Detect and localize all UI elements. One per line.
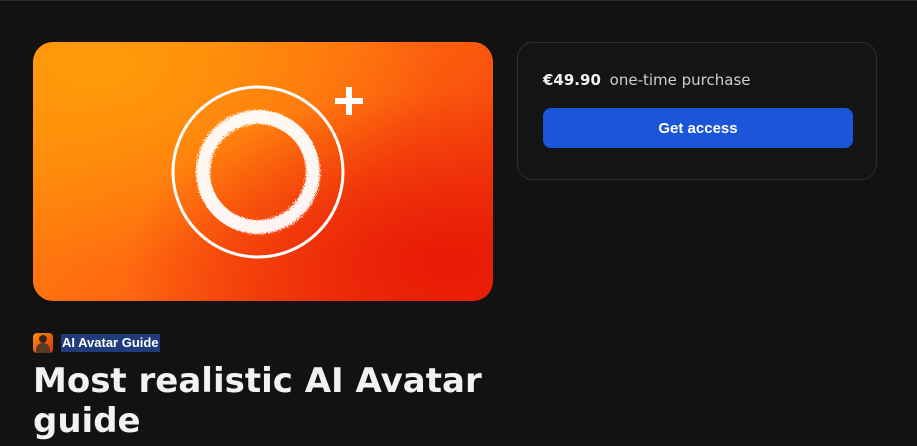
- ring-plus-icon: [171, 85, 363, 259]
- page-title: Most realistic AI Avatar guide: [33, 361, 482, 441]
- creator-name[interactable]: AI Avatar Guide: [61, 334, 160, 352]
- pricing-card: €49.90 one-time purchase Get access: [517, 42, 877, 180]
- get-access-button[interactable]: Get access: [543, 108, 853, 148]
- price-note: one-time purchase: [609, 71, 751, 89]
- product-page: €49.90 one-time purchase Get access AI A…: [0, 0, 917, 446]
- product-cover-image: [33, 42, 493, 301]
- price-amount: €49.90: [543, 71, 601, 89]
- price-line: €49.90 one-time purchase: [543, 71, 751, 89]
- creator-link[interactable]: AI Avatar Guide: [33, 333, 160, 353]
- avatar: [33, 333, 53, 353]
